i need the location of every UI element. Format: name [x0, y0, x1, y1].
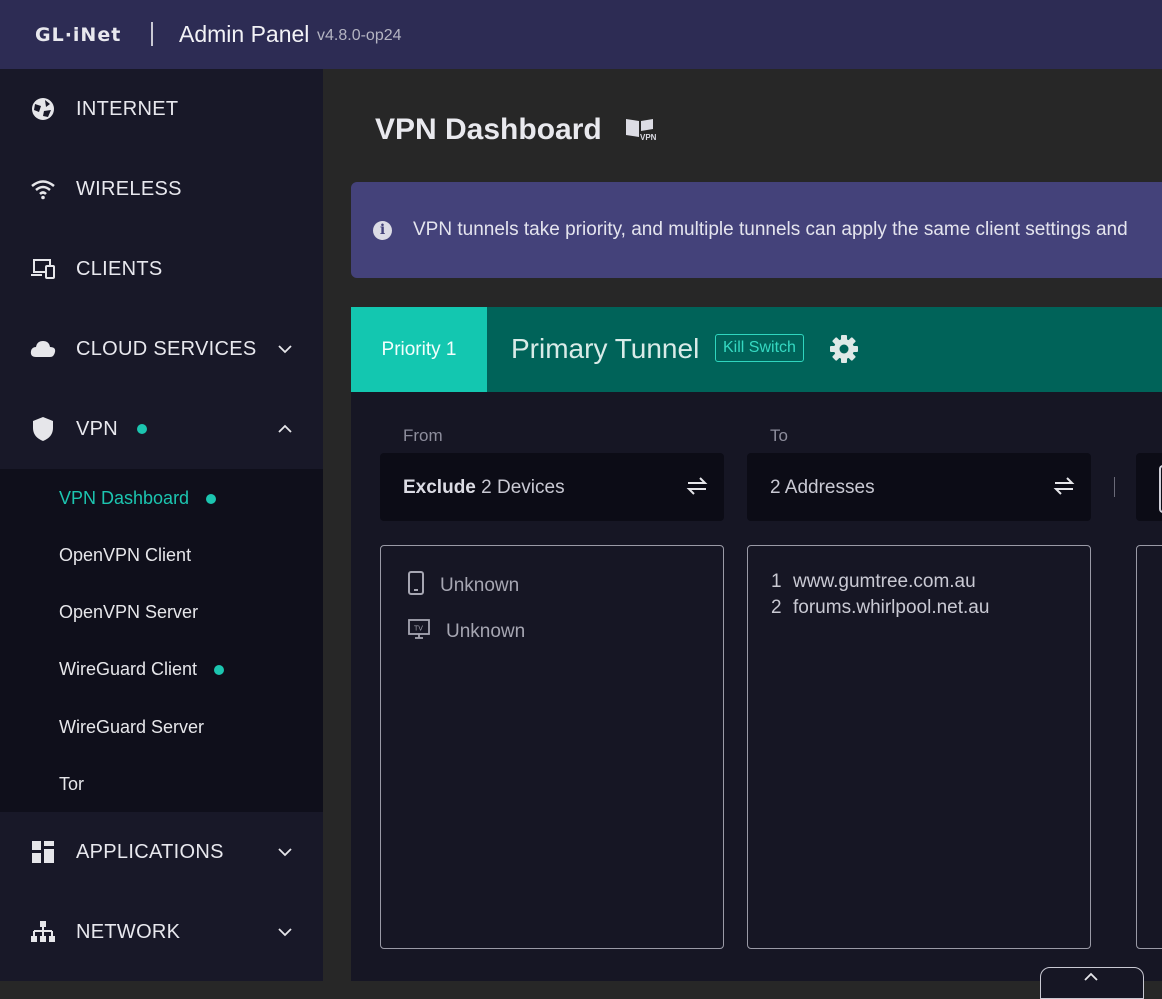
- sidebar-item-clients[interactable]: CLIENTS: [0, 229, 323, 309]
- submenu-label: OpenVPN Server: [59, 602, 199, 622]
- from-label: From: [403, 426, 443, 445]
- from-selector[interactable]: Exclude 2 Devices: [380, 453, 724, 521]
- list-item: Unknown: [408, 571, 519, 600]
- globe-icon: [30, 96, 56, 122]
- submenu-label: VPN Dashboard: [59, 488, 190, 508]
- swap-icon[interactable]: [1053, 475, 1075, 502]
- gear-icon[interactable]: [829, 334, 859, 369]
- sidebar-item-label: INTERNET: [76, 97, 179, 120]
- submenu-label: WireGuard Server: [59, 717, 205, 737]
- submenu-label: WireGuard Client: [59, 659, 198, 679]
- sidebar-item-label: CLIENTS: [76, 257, 163, 280]
- chevron-down-icon: [278, 345, 292, 354]
- device-list: Unknown TV Unknown: [380, 545, 724, 949]
- submenu-vpn-dashboard[interactable]: VPN Dashboard: [59, 488, 217, 509]
- column-divider: [1114, 477, 1115, 497]
- tunnel-name: Primary Tunnel: [511, 333, 700, 364]
- address-index: 2: [771, 597, 782, 618]
- sidebar-item-applications[interactable]: APPLICATIONS: [0, 812, 323, 892]
- phone-icon: [408, 571, 424, 600]
- submenu-openvpn-server[interactable]: OpenVPN Server: [59, 602, 198, 623]
- sidebar-item-network[interactable]: NETWORK: [0, 892, 323, 972]
- cloud-icon: [30, 336, 56, 362]
- vpn-submenu: VPN Dashboard OpenVPN Client OpenVPN Ser…: [0, 469, 323, 812]
- svg-text:TV: TV: [414, 626, 423, 633]
- vpn-status-dot: [137, 424, 147, 434]
- info-banner: i VPN tunnels take priority, and multipl…: [351, 182, 1162, 278]
- sidebar-item-internet[interactable]: INTERNET: [0, 69, 323, 149]
- submenu-wireguard-client[interactable]: WireGuard Client: [59, 659, 225, 680]
- sidebar-item-label: VPN: [76, 417, 119, 440]
- via-list: [1136, 545, 1162, 949]
- address-host: forums.whirlpool.net.au: [793, 597, 990, 618]
- devices-icon: [30, 256, 56, 282]
- network-icon: [30, 919, 56, 945]
- apps-grid-icon: [30, 839, 56, 865]
- address-list: 1 www.gumtree.com.au 2 forums.whirlpool.ne…: [747, 545, 1091, 949]
- sidebar-item-label: APPLICATIONS: [76, 840, 224, 863]
- sidebar-item-label: WIRELESS: [76, 177, 182, 200]
- chevron-down-icon: [278, 928, 292, 937]
- submenu-wireguard-server[interactable]: WireGuard Server: [59, 717, 204, 738]
- tunnel-card: Priority 1 Primary Tunnel Kill Switch Fr…: [351, 307, 1162, 981]
- status-dot: [206, 494, 217, 504]
- vpn-docs-icon[interactable]: VPN: [625, 117, 657, 148]
- shield-icon: [30, 416, 56, 442]
- brand-logo[interactable]: GL·iNet: [35, 24, 121, 46]
- svg-text:VPN: VPN: [640, 133, 657, 142]
- sidebar: INTERNET WIRELESS CLIENTS CLOUD SERVICES…: [0, 69, 323, 981]
- device-name: Unknown: [440, 574, 520, 596]
- chevron-up-icon: [1084, 972, 1098, 981]
- list-item: TV Unknown: [408, 618, 525, 645]
- page-title: VPN Dashboard: [375, 113, 602, 146]
- sidebar-item-wireless[interactable]: WIRELESS: [0, 149, 323, 229]
- to-selector[interactable]: 2 Addresses: [747, 453, 1091, 521]
- banner-message: VPN tunnels take priority, and multiple …: [413, 219, 1128, 240]
- address-index: 1: [771, 571, 782, 592]
- info-icon: i: [373, 221, 392, 240]
- sidebar-item-vpn[interactable]: VPN: [0, 389, 323, 469]
- list-item: 2 forums.whirlpool.net.au: [771, 597, 989, 619]
- wifi-icon: [30, 176, 56, 202]
- status-dot: [214, 665, 225, 675]
- tunnel-header: Priority 1 Primary Tunnel Kill Switch: [351, 307, 1162, 392]
- sidebar-item-cloud-services[interactable]: CLOUD SERVICES: [0, 309, 323, 389]
- chevron-down-icon: [278, 848, 292, 857]
- header-divider: [151, 22, 153, 46]
- to-value: 2 Addresses: [770, 477, 875, 498]
- app-title: Admin Panel: [179, 21, 310, 47]
- chevron-up-icon: [278, 424, 292, 433]
- priority-badge: Priority 1: [351, 307, 487, 392]
- submenu-tor[interactable]: Tor: [59, 774, 84, 795]
- sidebar-item-label: NETWORK: [76, 920, 181, 943]
- swap-icon[interactable]: [686, 475, 708, 502]
- kill-switch-badge: Kill Switch: [715, 334, 804, 362]
- version-label: v4.8.0-op24: [317, 27, 402, 44]
- from-mode: Exclude: [403, 477, 476, 498]
- to-label: To: [770, 426, 788, 445]
- list-item: 1 www.gumtree.com.au: [771, 571, 976, 593]
- submenu-label: OpenVPN Client: [59, 545, 192, 565]
- submenu-label: Tor: [59, 774, 85, 794]
- sidebar-item-label: CLOUD SERVICES: [76, 337, 257, 360]
- tv-icon: TV: [408, 618, 430, 645]
- from-value: 2 Devices: [481, 477, 565, 498]
- address-host: www.gumtree.com.au: [793, 571, 976, 592]
- top-bar: GL·iNet Admin Panel v4.8.0-op24: [0, 0, 1162, 69]
- device-name: Unknown: [446, 620, 526, 642]
- submenu-openvpn-client[interactable]: OpenVPN Client: [59, 545, 191, 566]
- scroll-to-top-button[interactable]: [1040, 967, 1144, 999]
